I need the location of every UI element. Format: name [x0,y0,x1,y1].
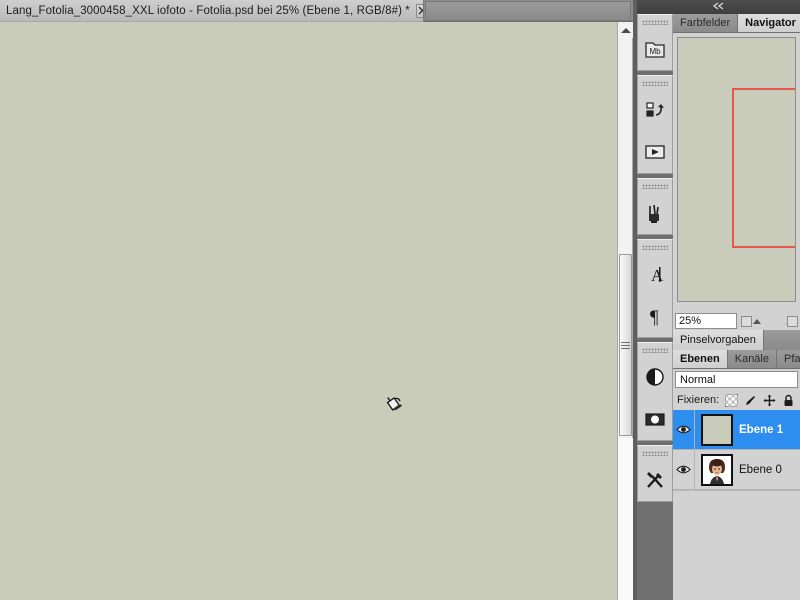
blend-mode-select[interactable]: Normal [675,371,798,388]
layers-panel: Normal Fixieren: Ebene 1 Ebene 0 [673,369,800,582]
document-tab[interactable]: Lang_Fotolia_3000458_XXL iofoto - Fotoli… [0,0,424,22]
tab-navigator-label: Navigator [745,17,796,29]
zoom-input[interactable]: 25% [675,312,737,329]
brush-presets-tab-strip: Pinselvorgaben [673,330,800,350]
eye-icon [676,425,691,434]
layers-panel-empty-area [673,490,800,582]
rail-group-adjust [637,342,673,441]
drag-dots-icon[interactable] [642,245,668,250]
navigator-tab-strip: Farbfelder Navigator [673,14,800,33]
rail-brush[interactable] [638,192,672,234]
tab-kanaele[interactable]: Kanäle [727,350,777,368]
layer-list: Ebene 1 Ebene 0 [673,410,800,490]
drag-dots-icon[interactable] [642,20,668,25]
svg-text:¶: ¶ [650,307,659,328]
tab-pfade[interactable]: Pfade [777,350,800,368]
tab-pfade-label: Pfade [784,353,800,365]
layer-name: Ebene 1 [739,423,784,436]
brush-strip-filler [763,330,800,350]
rail-adjustments[interactable] [638,356,672,398]
dock-collapse-bar[interactable] [637,0,800,14]
rail-group-bridge: Mb [637,14,673,71]
photoshop-window: Lang_Fotolia_3000458_XXL iofoto - Fotoli… [0,0,800,600]
lock-row-label: Fixieren: [677,394,720,406]
blend-mode-value: Normal [680,373,716,386]
layer-thumbnail[interactable] [701,413,733,446]
tab-kanaele-label: Kanäle [734,353,769,365]
lock-row: Fixieren: [673,390,800,410]
blend-mode-row: Normal [673,369,800,390]
canvas-vertical-scrollbar[interactable] [617,22,633,600]
collapsed-panel-rail: Mb A ¶ [637,14,673,600]
double-chevron-left-icon[interactable] [712,2,726,12]
zoom-out-icon[interactable] [741,315,752,327]
rail-group-type: A ¶ [637,239,673,338]
document-tab-bar: Lang_Fotolia_3000458_XXL iofoto - Fotoli… [0,0,633,22]
tab-farbfelder[interactable]: Farbfelder [673,14,739,32]
layer-visibility-toggle[interactable] [673,410,695,449]
layer-visibility-toggle[interactable] [673,450,695,489]
triangle-up-icon[interactable] [618,22,633,38]
layers-tab-strip: Ebenen Kanäle Pfade [673,350,800,369]
lock-pixels-icon[interactable] [744,394,757,407]
rail-group-brush [637,178,673,235]
svg-text:A: A [651,266,664,285]
tab-pinselvorgaben[interactable]: Pinselvorgaben [673,330,764,350]
drag-dots-icon[interactable] [642,451,668,456]
tab-ebenen-label: Ebenen [680,353,720,365]
drag-dots-icon[interactable] [642,348,668,353]
layer-thumbnail[interactable] [701,453,733,486]
tab-pinselvorgaben-label: Pinselvorgaben [680,334,756,346]
navigator-footer: 25% [673,311,800,330]
layer-name: Ebene 0 [739,463,782,476]
lock-transparency-icon[interactable] [725,393,739,407]
lock-position-icon[interactable] [763,394,776,407]
zoom-in-icon[interactable] [787,315,798,327]
tab-ebenen[interactable]: Ebenen [673,350,728,368]
rail-masks[interactable] [638,398,672,440]
rail-character[interactable]: A [638,253,672,295]
eye-icon [676,465,691,474]
grip-lines-icon [621,340,630,351]
right-panel-column: Farbfelder Navigator 25% Pinselvorgaben … [673,14,800,600]
rail-actions[interactable] [638,131,672,173]
drag-dots-icon[interactable] [642,81,668,86]
image-canvas[interactable] [0,22,617,600]
rail-mini-bridge[interactable]: Mb [638,28,672,70]
scrollbar-thumb[interactable] [619,254,632,436]
tab-navigator[interactable]: Navigator [738,14,800,32]
zoom-value: 25% [679,314,702,327]
rail-group-history [637,75,673,174]
tab-farbfelder-label: Farbfelder [680,17,731,29]
layer-row-ebene-0[interactable]: Ebene 0 [673,450,800,490]
portrait-woman-thumbnail [703,455,731,484]
navigator-preview[interactable] [677,37,796,302]
paint-bucket-cursor [382,388,408,414]
svg-text:Mb: Mb [649,47,661,56]
padlock-icon[interactable] [782,394,795,407]
document-tab-title: Lang_Fotolia_3000458_XXL iofoto - Fotoli… [6,4,410,17]
layer-row-ebene-1[interactable]: Ebene 1 [673,410,800,450]
zoom-slider[interactable] [741,313,798,329]
navigator-view-rectangle[interactable] [732,88,795,248]
rail-group-tools [637,445,673,502]
rail-tools[interactable] [638,459,672,501]
tab-bar-empty-area [425,1,631,21]
navigator-panel [673,33,800,311]
rail-history[interactable] [638,89,672,131]
drag-dots-icon[interactable] [642,184,668,189]
zoom-slider-icon [753,318,761,324]
scrollbar-track[interactable] [618,438,633,600]
close-icon[interactable] [415,3,423,18]
rail-paragraph[interactable]: ¶ [638,295,672,337]
